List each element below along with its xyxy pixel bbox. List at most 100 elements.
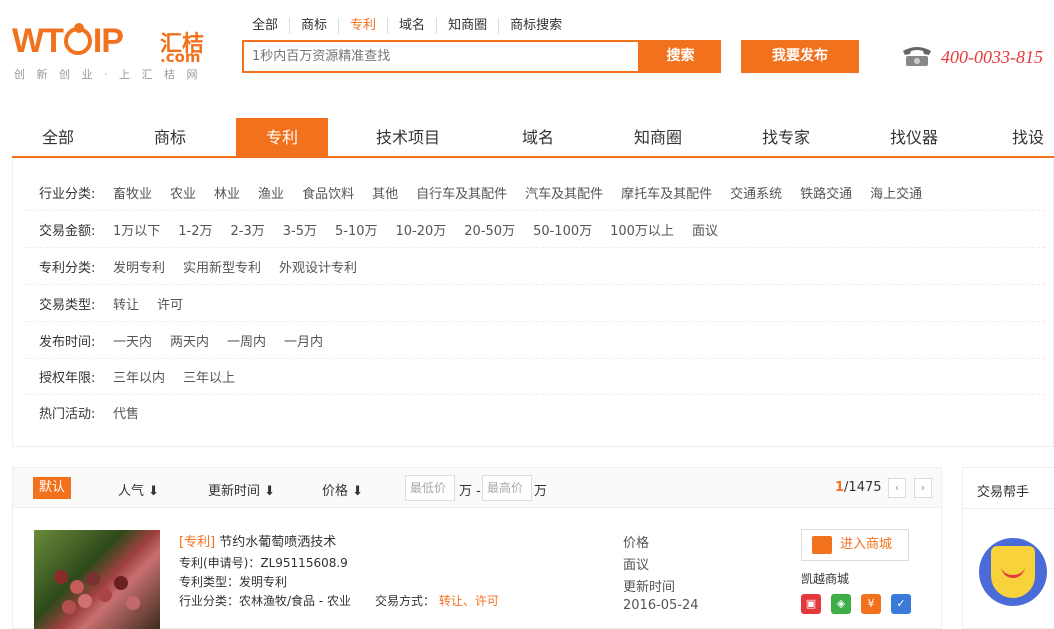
search-tab-patent[interactable]: 专利 [339, 18, 389, 34]
search-tab-all[interactable]: 全部 [242, 18, 291, 34]
sort-popularity-label: 人气 [118, 484, 145, 499]
filter-row-industry: 行业分类: 畜牧业 农业 林业 渔业 食品饮料 其他 自行车及其配件 汽车及其配… [25, 174, 1045, 211]
filter-option[interactable]: 面议 [692, 220, 718, 239]
shop-name[interactable]: 凯越商城 [801, 570, 849, 587]
nav-trademark[interactable]: 商标 [120, 118, 220, 158]
search-button[interactable]: 搜索 [640, 40, 721, 73]
sort-update-time[interactable]: 更新时间 ⬇ [208, 480, 275, 499]
filter-option[interactable]: 2-3万 [231, 220, 265, 239]
filter-option[interactable]: 汽车及其配件 [525, 183, 603, 202]
filter-row-hot-activity: 热门活动: 代售 [25, 394, 1045, 431]
filter-row-auth-years: 授权年限: 三年以内 三年以上 [25, 358, 1045, 395]
filter-option[interactable]: 自行车及其配件 [416, 183, 507, 202]
grape-icon [54, 570, 68, 584]
filter-option[interactable]: 海上交通 [870, 183, 922, 202]
filter-label: 交易金额: [39, 223, 96, 239]
filter-option[interactable]: 渔业 [258, 183, 284, 202]
item-trade-method: 交易方式： 转让、许可 [375, 594, 499, 608]
sort-default-button[interactable]: 默认 [33, 477, 71, 499]
bag-mascot-icon [991, 546, 1035, 598]
next-page-button[interactable]: › [914, 478, 932, 498]
helper-avatar[interactable] [979, 538, 1047, 606]
filter-option[interactable]: 畜牧业 [113, 183, 152, 202]
nav-domain[interactable]: 域名 [488, 118, 588, 158]
logo-com: .com [160, 48, 201, 66]
filter-option[interactable]: 许可 [157, 294, 183, 313]
filter-option[interactable]: 实用新型专利 [183, 257, 261, 276]
grape-icon [78, 594, 92, 608]
helper-title: 交易帮手 [977, 485, 1030, 500]
nav-patent[interactable]: 专利 [236, 118, 328, 158]
nav-instrument[interactable]: 找仪器 [864, 118, 964, 158]
filter-option[interactable]: 铁路交通 [800, 183, 852, 202]
shop-icon [812, 536, 832, 554]
sort-popularity[interactable]: 人气 ⬇ [118, 480, 159, 499]
filter-option[interactable]: 摩托车及其配件 [621, 183, 712, 202]
current-page: 1 [835, 480, 845, 495]
page-indicator: 1/1475 [835, 480, 882, 495]
nav-tech-project[interactable]: 技术项目 [358, 118, 458, 158]
item-title[interactable]: [专利] 节约水葡萄喷洒技术 [179, 531, 336, 550]
sort-price-label: 价格 [322, 484, 349, 499]
item-industry: 行业分类：农林渔牧/食品 - 农业 [179, 594, 352, 608]
filter-option[interactable]: 10-20万 [396, 220, 447, 239]
max-price-input[interactable]: 最高价 [482, 475, 532, 501]
filter-option[interactable]: 两天内 [170, 331, 209, 350]
filter-option[interactable]: 3-5万 [283, 220, 317, 239]
total-pages: /1475 [844, 480, 882, 495]
filter-option[interactable]: 转让 [113, 294, 139, 313]
filter-option[interactable]: 农业 [170, 183, 196, 202]
filter-option[interactable]: 1万以下 [113, 220, 160, 239]
filter-option[interactable]: 交通系统 [730, 183, 782, 202]
filter-option[interactable]: 林业 [214, 183, 240, 202]
prev-page-button[interactable]: ‹ [888, 478, 906, 498]
filter-option[interactable]: 5-10万 [335, 220, 378, 239]
filter-option[interactable]: 发明专利 [113, 257, 165, 276]
item-patent-type: 专利类型：发明专利 [179, 575, 288, 589]
filter-option[interactable]: 三年以内 [113, 367, 165, 386]
filter-option[interactable]: 20-50万 [464, 220, 515, 239]
item-title-text: 节约水葡萄喷洒技术 [219, 535, 337, 550]
filter-option[interactable]: 其他 [372, 183, 398, 202]
filter-label: 热门活动: [39, 407, 96, 422]
filter-option[interactable]: 外观设计专利 [279, 257, 357, 276]
item-thumbnail[interactable] [34, 530, 160, 629]
publish-button[interactable]: 我要发布 [741, 40, 859, 73]
filter-option[interactable]: 1-2万 [178, 220, 212, 239]
nav-all[interactable]: 全部 [12, 118, 104, 158]
grape-icon [98, 588, 112, 602]
price-unit: 万 - [459, 484, 481, 499]
search-tab-trademark-search[interactable]: 商标搜索 [499, 18, 573, 34]
enter-shop-label: 进入商城 [840, 537, 893, 552]
price-label: 价格 [623, 536, 650, 551]
filter-row-publish-time: 发布时间: 一天内 两天内 一周内 一月内 [25, 322, 1045, 359]
grape-icon [62, 600, 76, 614]
filter-option[interactable]: 食品饮料 [302, 183, 354, 202]
filter-panel: 行业分类: 畜牧业 农业 林业 渔业 食品饮料 其他 自行车及其配件 汽车及其配… [12, 158, 1054, 447]
site-logo[interactable]: WT IP 汇桔 .com 创 新 创 业 · 上 汇 桔 网 [12, 23, 212, 84]
nav-circle[interactable]: 知商圈 [608, 118, 708, 158]
filter-option[interactable]: 代售 [113, 403, 139, 422]
thumbs-up-icon: ✓ [891, 594, 911, 614]
result-list: 默认 人气 ⬇ 更新时间 ⬇ 价格 ⬇ 最低价 万 - 最高价 万 1/1475… [12, 467, 942, 629]
search-tab-trademark[interactable]: 商标 [290, 18, 340, 34]
search-tab-domain[interactable]: 域名 [388, 18, 438, 34]
main-nav: 全部 商标 专利 技术项目 域名 知商圈 找专家 找仪器 找设 [12, 118, 1054, 158]
search-input[interactable] [244, 42, 638, 71]
min-price-input[interactable]: 最低价 [405, 475, 455, 501]
update-date: 2016-05-24 [623, 598, 699, 613]
nav-expert[interactable]: 找专家 [736, 118, 836, 158]
nav-design[interactable]: 找设 [1012, 118, 1054, 158]
filter-option[interactable]: 一天内 [113, 331, 152, 350]
arrow-down-icon: ⬇ [264, 484, 276, 499]
filter-option[interactable]: 50-100万 [533, 220, 592, 239]
search-tab-circle[interactable]: 知商圈 [437, 18, 500, 34]
filter-option[interactable]: 一月内 [284, 331, 323, 350]
enter-shop-button[interactable]: 进入商城 [801, 529, 909, 561]
filter-option[interactable]: 一周内 [227, 331, 266, 350]
filter-option[interactable]: 100万以上 [610, 220, 674, 239]
filter-option[interactable]: 三年以上 [183, 367, 235, 386]
sort-price[interactable]: 价格 ⬇ [322, 480, 363, 499]
filter-row-trade-type: 交易类型: 转让 许可 [25, 285, 1045, 322]
shield-icon: ◈ [831, 594, 851, 614]
